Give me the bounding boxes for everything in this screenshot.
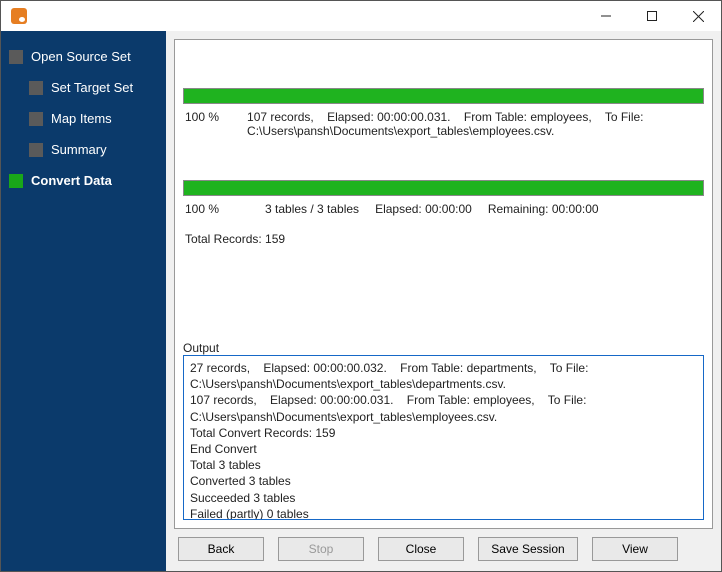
window-titlebar: [1, 1, 721, 31]
step-icon: [29, 81, 43, 95]
output-text: 27 records, Elapsed: 00:00:00.032. From …: [190, 361, 592, 520]
button-row: Back Stop Close Save Session View: [174, 529, 713, 563]
nav-label: Set Target Set: [51, 80, 133, 95]
output-label: Output: [183, 341, 704, 355]
main-panel: 100 % 107 records, Elapsed: 00:00:00.031…: [166, 31, 721, 571]
nav-set-target-set[interactable]: Set Target Set: [7, 74, 160, 101]
close-window-button[interactable]: [675, 1, 721, 31]
nav-summary[interactable]: Summary: [7, 136, 160, 163]
step-icon: [29, 143, 43, 157]
nav-label: Open Source Set: [31, 49, 131, 64]
step-icon: [29, 112, 43, 126]
step-icon-active: [9, 174, 23, 188]
spacer: [183, 248, 704, 335]
progress-status-current: 100 % 107 records, Elapsed: 00:00:00.031…: [183, 104, 704, 140]
progress-remaining: Remaining: 00:00:00: [488, 202, 599, 216]
progress-status-overall: 100 % 3 tables / 3 tables Elapsed: 00:00…: [183, 196, 704, 248]
progress-bar-current: [183, 88, 704, 104]
nav-label: Convert Data: [31, 173, 112, 188]
view-button[interactable]: View: [592, 537, 678, 561]
save-session-button[interactable]: Save Session: [478, 537, 578, 561]
nav-convert-data[interactable]: Convert Data: [7, 167, 160, 194]
wizard-sidebar: Open Source Set Set Target Set Map Items…: [1, 31, 166, 571]
nav-label: Summary: [51, 142, 107, 157]
app-icon: [11, 8, 27, 24]
progress-total: Total Records: 159: [185, 232, 285, 246]
progress-tables: 3 tables / 3 tables: [265, 202, 359, 216]
close-button[interactable]: Close: [378, 537, 464, 561]
back-button[interactable]: Back: [178, 537, 264, 561]
progress-percent: 100 %: [185, 202, 235, 216]
step-icon: [9, 50, 23, 64]
progress-bar-overall: [183, 180, 704, 196]
output-textarea[interactable]: 27 records, Elapsed: 00:00:00.032. From …: [183, 355, 704, 520]
progress-elapsed: Elapsed: 00:00:00: [375, 202, 472, 216]
app-icon-container: [7, 6, 31, 26]
maximize-button[interactable]: [629, 1, 675, 31]
progress-details: 107 records, Elapsed: 00:00:00.031. From…: [247, 110, 643, 138]
stop-button[interactable]: Stop: [278, 537, 364, 561]
window-controls: [583, 1, 721, 31]
progress-panel: 100 % 107 records, Elapsed: 00:00:00.031…: [174, 39, 713, 529]
minimize-button[interactable]: [583, 1, 629, 31]
body: Open Source Set Set Target Set Map Items…: [1, 31, 721, 571]
nav-label: Map Items: [51, 111, 112, 126]
nav-map-items[interactable]: Map Items: [7, 105, 160, 132]
nav-open-source-set[interactable]: Open Source Set: [7, 43, 160, 70]
progress-percent: 100 %: [185, 110, 219, 138]
